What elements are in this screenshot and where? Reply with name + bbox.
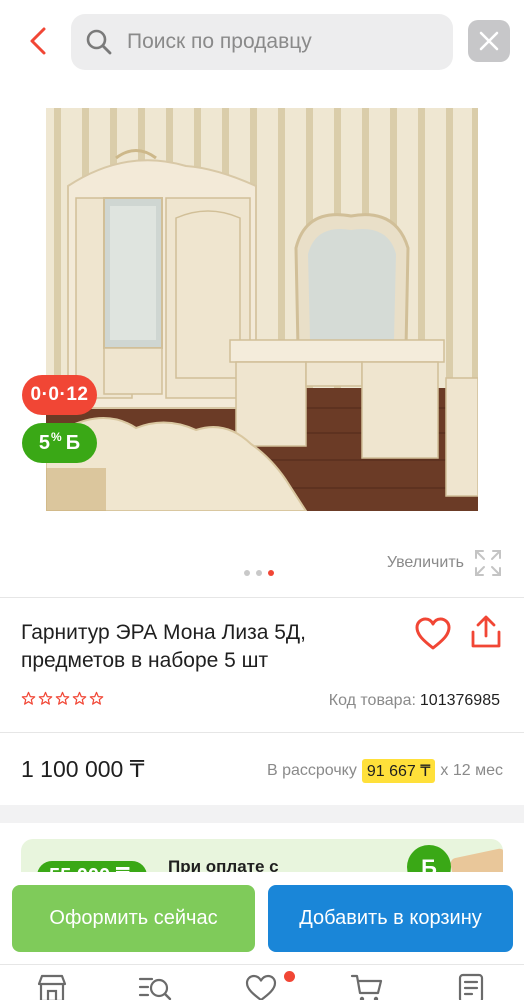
nav-home[interactable] (36, 973, 70, 1000)
timer-badge: 0·0·12 (22, 375, 97, 415)
product-photo[interactable] (46, 108, 478, 511)
bottom-navigation (0, 964, 524, 1000)
bonus-badge: 5% Б (22, 423, 97, 463)
price: 1 100 000 ₸ (21, 756, 145, 782)
zoom-label: Увеличить (386, 554, 464, 571)
store-icon (37, 974, 67, 1000)
chevron-left-icon (30, 27, 46, 55)
header (0, 0, 524, 84)
heart-icon (415, 617, 451, 650)
star-icon (72, 691, 87, 705)
star-icon (38, 691, 53, 705)
product-gallery[interactable]: 0·0·12 5% Б Увеличить (0, 84, 524, 594)
add-to-cart-button[interactable]: Добавить в корзину (268, 885, 513, 952)
share-button[interactable] (470, 614, 502, 650)
expand-icon (475, 550, 501, 576)
bonus-percent-sign: % (51, 430, 62, 444)
sku: Код товара: 101376985 (329, 692, 500, 710)
section-separator (0, 805, 524, 823)
nav-catalog[interactable] (138, 973, 172, 1000)
installment-amount: 91 667 ₸ (361, 759, 436, 783)
star-icon (89, 691, 104, 705)
share-icon (471, 615, 501, 648)
divider (0, 732, 524, 733)
search-input[interactable] (127, 24, 437, 60)
close-icon (479, 31, 499, 51)
rating-stars[interactable] (21, 691, 104, 706)
bonus-currency: Б (65, 431, 81, 454)
installment-info[interactable]: В рассрочку 91 667 ₸ х 12 мес (267, 759, 503, 783)
favorite-button[interactable] (414, 616, 452, 652)
sku-value: 101376985 (419, 692, 500, 709)
pagination-dot[interactable] (256, 570, 262, 576)
back-button[interactable] (24, 26, 54, 56)
product-title: Гарнитур ЭРА Мона Лиза 5Д, предметов в н… (21, 621, 306, 672)
nav-cart[interactable] (350, 973, 384, 1000)
divider (0, 597, 524, 598)
heart-icon (245, 974, 277, 1000)
nav-orders[interactable] (456, 973, 490, 1000)
cart-icon (350, 974, 383, 1000)
catalog-search-icon (138, 977, 172, 1000)
orders-icon (458, 973, 484, 1000)
gallery-pagination (244, 570, 274, 576)
search-icon (86, 29, 112, 55)
zoom-button[interactable]: Увеличить (387, 548, 502, 578)
sku-label: Код товара: (328, 692, 416, 709)
bonus-percent: 5 (38, 431, 51, 454)
close-button[interactable] (468, 20, 510, 62)
photo-strip (46, 511, 478, 525)
search-box[interactable] (71, 14, 453, 70)
action-bar: Оформить сейчас Добавить в корзину (0, 872, 524, 964)
installment-prefix: В рассрочку (266, 762, 357, 779)
star-icon (55, 691, 70, 705)
installment-suffix: х 12 мес (440, 762, 503, 779)
pagination-dot[interactable] (244, 570, 250, 576)
checkout-now-button[interactable]: Оформить сейчас (12, 885, 255, 952)
nav-favorites[interactable] (244, 973, 278, 1000)
star-icon (21, 691, 36, 705)
pagination-dot-active[interactable] (268, 570, 274, 576)
favorites-notification-dot (284, 971, 295, 982)
